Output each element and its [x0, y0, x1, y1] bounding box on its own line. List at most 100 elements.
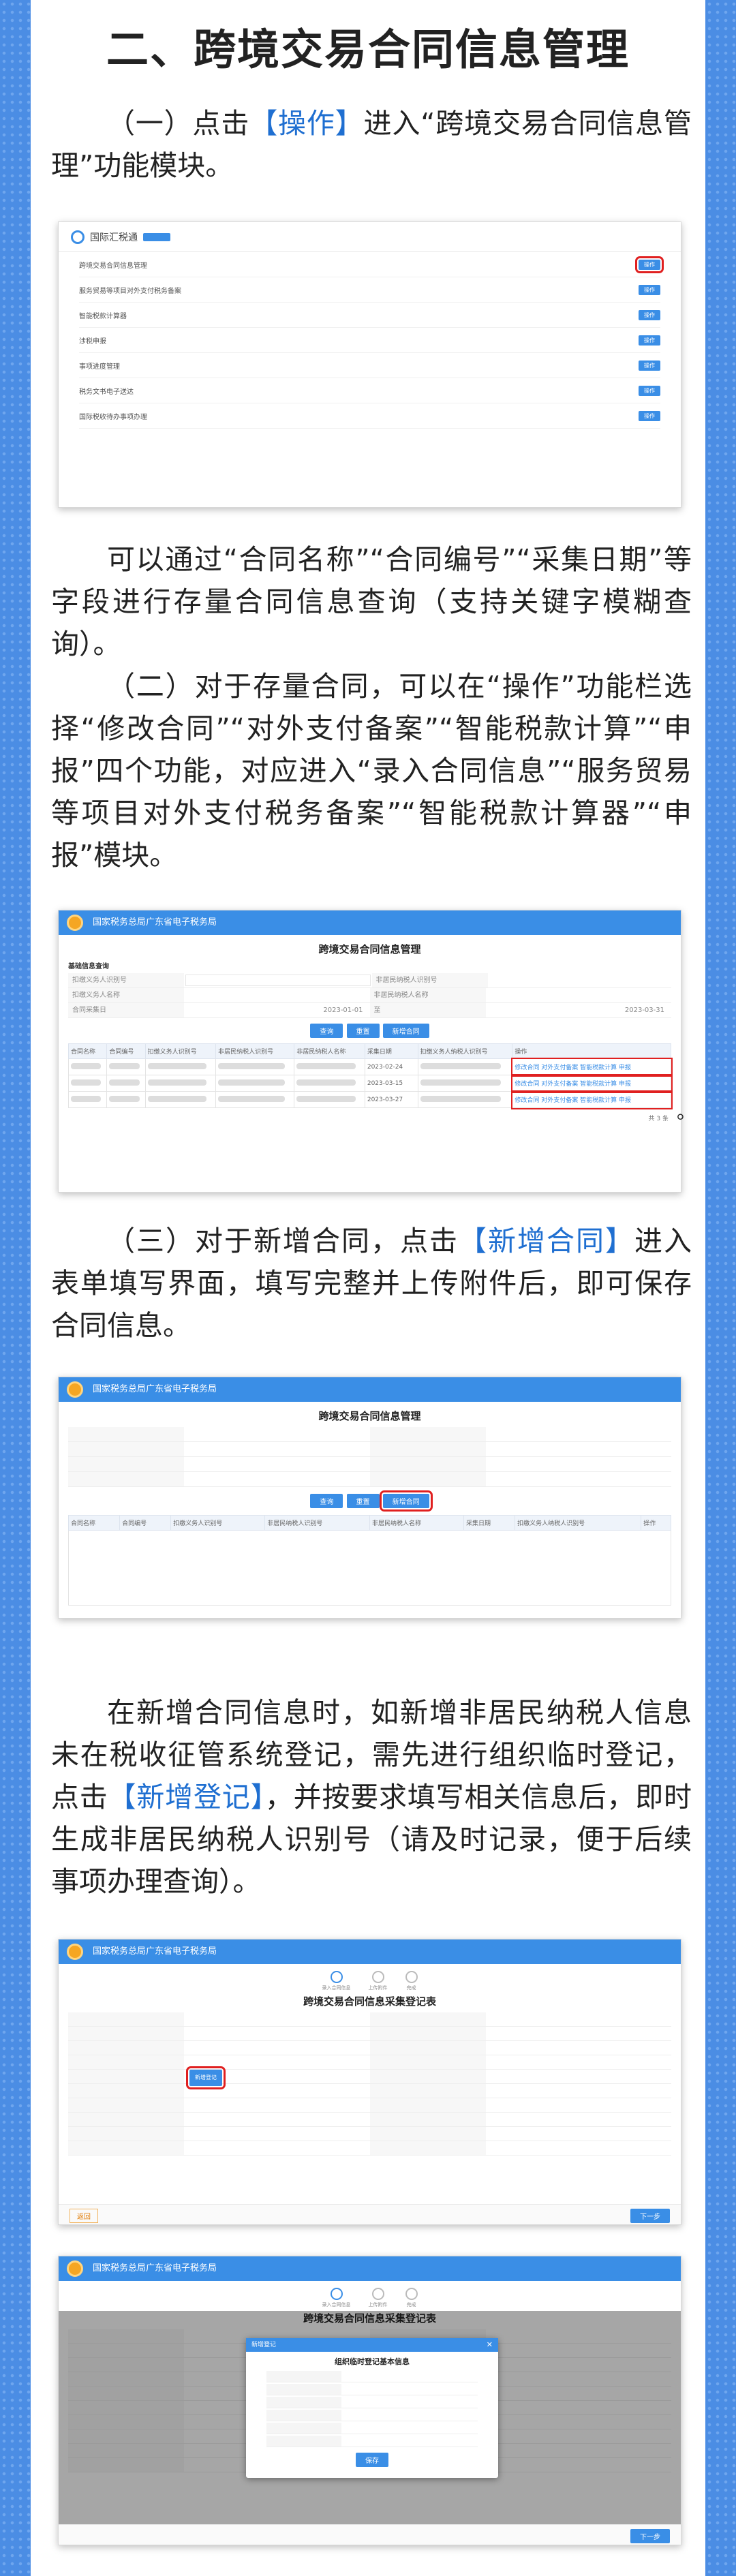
nav-bar: 国家税务总局广东省电子税务局 — [59, 1939, 681, 1964]
redacted-value — [71, 1062, 102, 1069]
form-field[interactable] — [184, 2113, 370, 2126]
stepper: 录入合同信息 上传附件 完成 — [59, 1971, 681, 1991]
form-field[interactable] — [486, 2098, 672, 2112]
column-header: 操作 — [512, 1043, 671, 1059]
table-row: 2023-03-15 修改合同 对外支付备案 智能税款计算 申报 — [67, 1073, 673, 1093]
paragraph-3: （二）对于存量合同，可以在“操作”功能栏选择“修改合同”“对外支付备案”“智能税… — [51, 670, 692, 872]
modal-form-row[interactable] — [266, 2384, 478, 2395]
form-field[interactable] — [486, 2141, 672, 2155]
redacted-value — [147, 1062, 207, 1069]
page-title: 二、跨境交易合同信息管理 — [106, 25, 630, 74]
form-field[interactable] — [486, 2012, 672, 2026]
form-field[interactable] — [184, 2055, 370, 2069]
redacted-value — [147, 1079, 207, 1086]
step-circle-icon — [405, 1971, 418, 1983]
next-button[interactable]: 下一步 — [630, 2209, 670, 2223]
add-contract-button[interactable]: 新增合同 — [382, 1024, 429, 1038]
filter-input[interactable] — [486, 988, 672, 1002]
operate-button[interactable]: 操作 — [639, 335, 660, 346]
operate-button[interactable]: 操作 — [639, 309, 660, 320]
form-field[interactable] — [486, 2027, 672, 2040]
form-field[interactable] — [486, 2055, 672, 2069]
modal-form-row[interactable] — [266, 2397, 478, 2408]
operate-button[interactable]: 操作 — [639, 385, 660, 396]
row-actions[interactable]: 修改合同 对外支付备案 智能税款计算 申报 — [510, 1057, 673, 1077]
screen-title: 跨境交易合同信息管理 — [318, 1410, 421, 1422]
modal-header: 新增登记 — [246, 2338, 498, 2352]
operate-button[interactable]: 操作 — [635, 256, 664, 273]
modal-form-row[interactable] — [266, 2436, 478, 2447]
modal-form-row[interactable] — [266, 2371, 478, 2382]
step-item: 录入合同信息 — [322, 2288, 351, 2308]
form-row — [68, 2012, 671, 2027]
next-button[interactable]: 下一步 — [630, 2529, 670, 2543]
form-field[interactable] — [184, 2141, 370, 2155]
pagination[interactable]: 共 3 条 — [59, 1108, 681, 1128]
filter-input[interactable] — [488, 973, 672, 987]
step-item: 完成 — [405, 1971, 418, 1991]
menu-item: 智能税款计算器 操作 — [79, 303, 660, 328]
menu-item: 跨境交易合同信息管理 操作 — [79, 252, 664, 277]
form-field[interactable] — [184, 2027, 370, 2040]
form-field[interactable] — [184, 2012, 370, 2026]
step-circle-icon — [371, 1971, 384, 1983]
modal-form-row[interactable] — [266, 2423, 478, 2434]
tax-logo-icon — [67, 2260, 83, 2277]
save-button[interactable]: 保存 — [356, 2453, 388, 2467]
nav-bar: 国家税务总局广东省电子税务局 — [59, 2256, 681, 2281]
row-actions[interactable]: 修改合同 对外支付备案 智能税款计算 申报 — [510, 1090, 673, 1109]
step-circle-icon — [405, 2288, 418, 2300]
step-circle-icon — [330, 2288, 343, 2300]
step-item: 完成 — [405, 2288, 418, 2308]
form-field[interactable] — [486, 2041, 672, 2055]
modal-title: 组织临时登记基本信息 — [335, 2357, 410, 2366]
right-dot-border — [705, 0, 736, 2576]
menu-item: 涉税申报 操作 — [79, 328, 660, 353]
stepper: 录入合同信息 上传附件 完成 — [59, 2288, 681, 2308]
form-field[interactable]: 新增登记 — [184, 2066, 370, 2089]
redacted-value — [71, 1095, 102, 1102]
step-item: 上传附件 — [369, 2288, 388, 2308]
form-field[interactable] — [486, 2084, 672, 2098]
column-header: 采集日期 — [463, 1515, 516, 1531]
nav-bar: 国家税务总局广东省电子税务局 — [59, 1377, 681, 1402]
form-row — [68, 2027, 671, 2041]
query-button[interactable]: 查询 — [310, 1494, 343, 1508]
form-row — [68, 2127, 671, 2141]
add-contract-button[interactable]: 新增合同 — [379, 1490, 433, 1512]
collect-date: 2023-03-27 — [364, 1091, 418, 1108]
operate-button[interactable]: 操作 — [639, 284, 660, 295]
register-modal: 新增登记 ✕ 组织临时登记基本信息 保存 — [246, 2338, 498, 2478]
modal-form-row[interactable] — [266, 2410, 478, 2421]
back-button[interactable]: 返回 — [70, 2209, 98, 2223]
step-item: 上传附件 — [369, 1971, 388, 1991]
form-row — [68, 2041, 671, 2055]
form-field[interactable] — [486, 2127, 672, 2141]
query-button[interactable]: 查询 — [310, 1024, 343, 1038]
close-icon[interactable]: ✕ — [487, 2340, 493, 2349]
form-field[interactable] — [184, 2127, 370, 2141]
operate-button[interactable]: 操作 — [639, 360, 660, 371]
app-name: 国际汇税通 — [90, 232, 138, 243]
form-field[interactable] — [184, 2041, 370, 2055]
form-row — [68, 2098, 671, 2113]
reset-button[interactable]: 重置 — [346, 1024, 380, 1038]
filter-input[interactable] — [184, 988, 370, 1002]
form-field[interactable] — [184, 2084, 370, 2098]
filter-input[interactable] — [185, 975, 371, 986]
screen-title: 跨境交易合同信息管理 — [318, 943, 421, 955]
form-field[interactable] — [184, 2098, 370, 2112]
form-field[interactable] — [486, 2070, 672, 2083]
operate-button[interactable]: 操作 — [639, 410, 660, 421]
date-from[interactable]: 2023-01-01 — [184, 1003, 370, 1017]
reset-button[interactable]: 重置 — [346, 1494, 380, 1508]
stray-mark: 。 — [677, 1101, 696, 1123]
paragraph-4: （三）对于新增合同，点击【新增合同】进入表单填写界面，填写完整并上传附件后，即可… — [51, 1225, 692, 1342]
form-field[interactable] — [486, 2113, 672, 2126]
screenshot-add-contract: 国家税务总局广东省电子税务局 跨境交易合同信息管理 查询 重置 新增合同 合同名… — [58, 1377, 681, 1619]
row-actions[interactable]: 修改合同 对外支付备案 智能税款计算 申报 — [510, 1073, 673, 1093]
date-to[interactable]: 2023-03-31 — [486, 1003, 672, 1017]
tax-logo-icon — [67, 915, 83, 931]
menu-item: 事项进度管理 操作 — [79, 353, 660, 378]
column-header: 扣缴义务人纳税人识别号 — [515, 1515, 642, 1531]
